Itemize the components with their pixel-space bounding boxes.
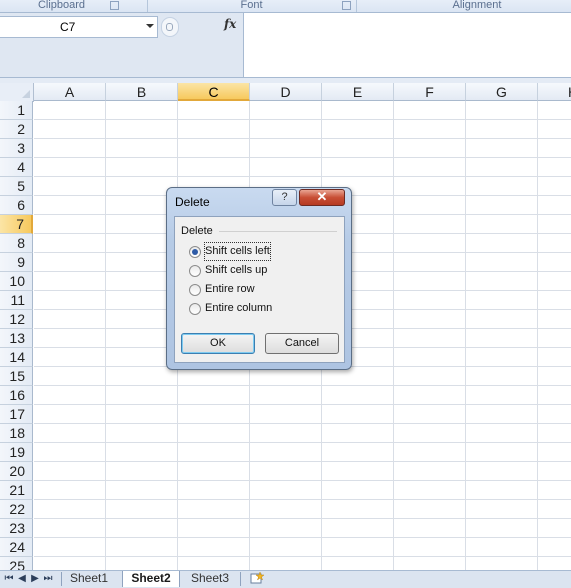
gridline — [393, 101, 394, 571]
gridline — [34, 404, 571, 405]
formula-bar-left-panel: C7 fx — [0, 13, 244, 78]
tab-sheet2[interactable]: Sheet2 — [122, 571, 180, 587]
radio-label[interactable]: Shift cells up — [205, 262, 267, 279]
ribbon-group-alignment: Alignment — [357, 0, 571, 12]
gridline — [34, 499, 571, 500]
row-header-9[interactable]: 9 — [0, 253, 33, 272]
cancel-button[interactable]: Cancel — [265, 333, 339, 354]
row-header-1[interactable]: 1 — [0, 101, 33, 120]
column-header-b[interactable]: B — [106, 83, 178, 101]
row-header-5[interactable]: 5 — [0, 177, 33, 196]
insert-function-icon[interactable]: fx — [224, 17, 236, 31]
gridline — [34, 537, 571, 538]
row-header-3[interactable]: 3 — [0, 139, 33, 158]
gridline — [34, 157, 571, 158]
radio-label[interactable]: Shift cells left — [204, 242, 271, 261]
row-header-6[interactable]: 6 — [0, 196, 33, 215]
row-header-10[interactable]: 10 — [0, 272, 33, 291]
column-header-c[interactable]: C — [178, 83, 250, 101]
column-header-f[interactable]: F — [394, 83, 466, 101]
row-header-19[interactable]: 19 — [0, 443, 33, 462]
ok-button[interactable]: OK — [181, 333, 255, 354]
help-icon[interactable]: ? — [272, 189, 297, 206]
column-header-a[interactable]: A — [34, 83, 106, 101]
delete-dialog: Delete ? ✕ Delete Shift cells left Shift… — [166, 187, 352, 370]
gridline — [34, 385, 571, 386]
row-header-2[interactable]: 2 — [0, 120, 33, 139]
dialog-body: Delete Shift cells left Shift cells up E… — [174, 216, 345, 363]
column-header-d[interactable]: D — [250, 83, 322, 101]
radio-label[interactable]: Entire row — [205, 281, 255, 298]
row-header-7[interactable]: 7 — [0, 215, 33, 234]
ribbon-group-labels: Clipboard Font Alignment — [0, 0, 571, 13]
row-header-18[interactable]: 18 — [0, 424, 33, 443]
name-box[interactable]: C7 — [0, 16, 158, 38]
select-all-corner[interactable] — [0, 83, 34, 102]
group-divider — [219, 231, 337, 232]
gridline — [465, 101, 466, 571]
dialog-launcher-icon[interactable] — [342, 1, 351, 10]
radio-label[interactable]: Entire column — [205, 300, 272, 317]
ribbon-group-label: Font — [240, 0, 263, 11]
column-header-g[interactable]: G — [466, 83, 538, 101]
row-header-14[interactable]: 14 — [0, 348, 33, 367]
next-sheet-icon[interactable]: ▶ — [29, 572, 41, 586]
gridline — [34, 518, 571, 519]
column-header-h[interactable]: H — [538, 83, 571, 101]
dialog-launcher-icon[interactable] — [110, 1, 119, 10]
close-button[interactable]: ✕ — [299, 189, 345, 206]
formula-bar-resize-handle[interactable] — [161, 17, 179, 37]
gridline — [34, 480, 571, 481]
row-header-20[interactable]: 20 — [0, 462, 33, 481]
gridline — [34, 442, 571, 443]
dialog-title: Delete — [175, 195, 210, 209]
row-header-22[interactable]: 22 — [0, 500, 33, 519]
tab-separator — [61, 572, 62, 586]
insert-worksheet-icon[interactable] — [250, 571, 265, 584]
radio-button[interactable] — [189, 246, 201, 258]
tab-sheet3[interactable]: Sheet3 — [184, 571, 236, 587]
last-sheet-icon[interactable]: ⏭ — [42, 572, 54, 586]
gridline — [34, 556, 571, 557]
row-header-25[interactable]: 25 — [0, 557, 33, 571]
formula-bar: C7 fx — [0, 13, 571, 78]
ribbon-group-label: Clipboard — [37, 0, 86, 11]
row-header-23[interactable]: 23 — [0, 519, 33, 538]
gridline — [34, 423, 571, 424]
gridline — [34, 138, 571, 139]
row-header-8[interactable]: 8 — [0, 234, 33, 253]
row-header-13[interactable]: 13 — [0, 329, 33, 348]
row-header-24[interactable]: 24 — [0, 538, 33, 557]
tab-sheet1[interactable]: Sheet1 — [63, 571, 115, 587]
row-header-16[interactable]: 16 — [0, 386, 33, 405]
ribbon-group-label: Alignment — [452, 0, 502, 11]
row-header-12[interactable]: 12 — [0, 310, 33, 329]
first-sheet-icon[interactable]: ⏮ — [3, 572, 15, 586]
gridline — [34, 119, 571, 120]
chevron-down-icon[interactable] — [146, 24, 154, 28]
gridline — [537, 101, 538, 571]
gridline — [34, 176, 571, 177]
gridline — [105, 101, 106, 571]
gridline — [34, 461, 571, 462]
row-header-15[interactable]: 15 — [0, 367, 33, 386]
radio-button[interactable] — [189, 284, 201, 296]
row-header-4[interactable]: 4 — [0, 158, 33, 177]
radio-button[interactable] — [189, 303, 201, 315]
row-header-17[interactable]: 17 — [0, 405, 33, 424]
column-header-e[interactable]: E — [322, 83, 394, 101]
ribbon-group-font: Font — [148, 0, 355, 12]
tab-separator — [240, 572, 241, 586]
sheet-tab-bar: ⏮ ◀ ▶ ⏭ Sheet1 Sheet2 Sheet3 — [0, 570, 571, 588]
previous-sheet-icon[interactable]: ◀ — [16, 572, 28, 586]
row-header-21[interactable]: 21 — [0, 481, 33, 500]
formula-input[interactable] — [244, 13, 571, 77]
ribbon-group-clipboard: Clipboard — [0, 0, 123, 12]
name-box-value: C7 — [60, 20, 76, 34]
row-header-11[interactable]: 11 — [0, 291, 33, 310]
group-label: Delete — [181, 225, 213, 237]
radio-button[interactable] — [189, 265, 201, 277]
